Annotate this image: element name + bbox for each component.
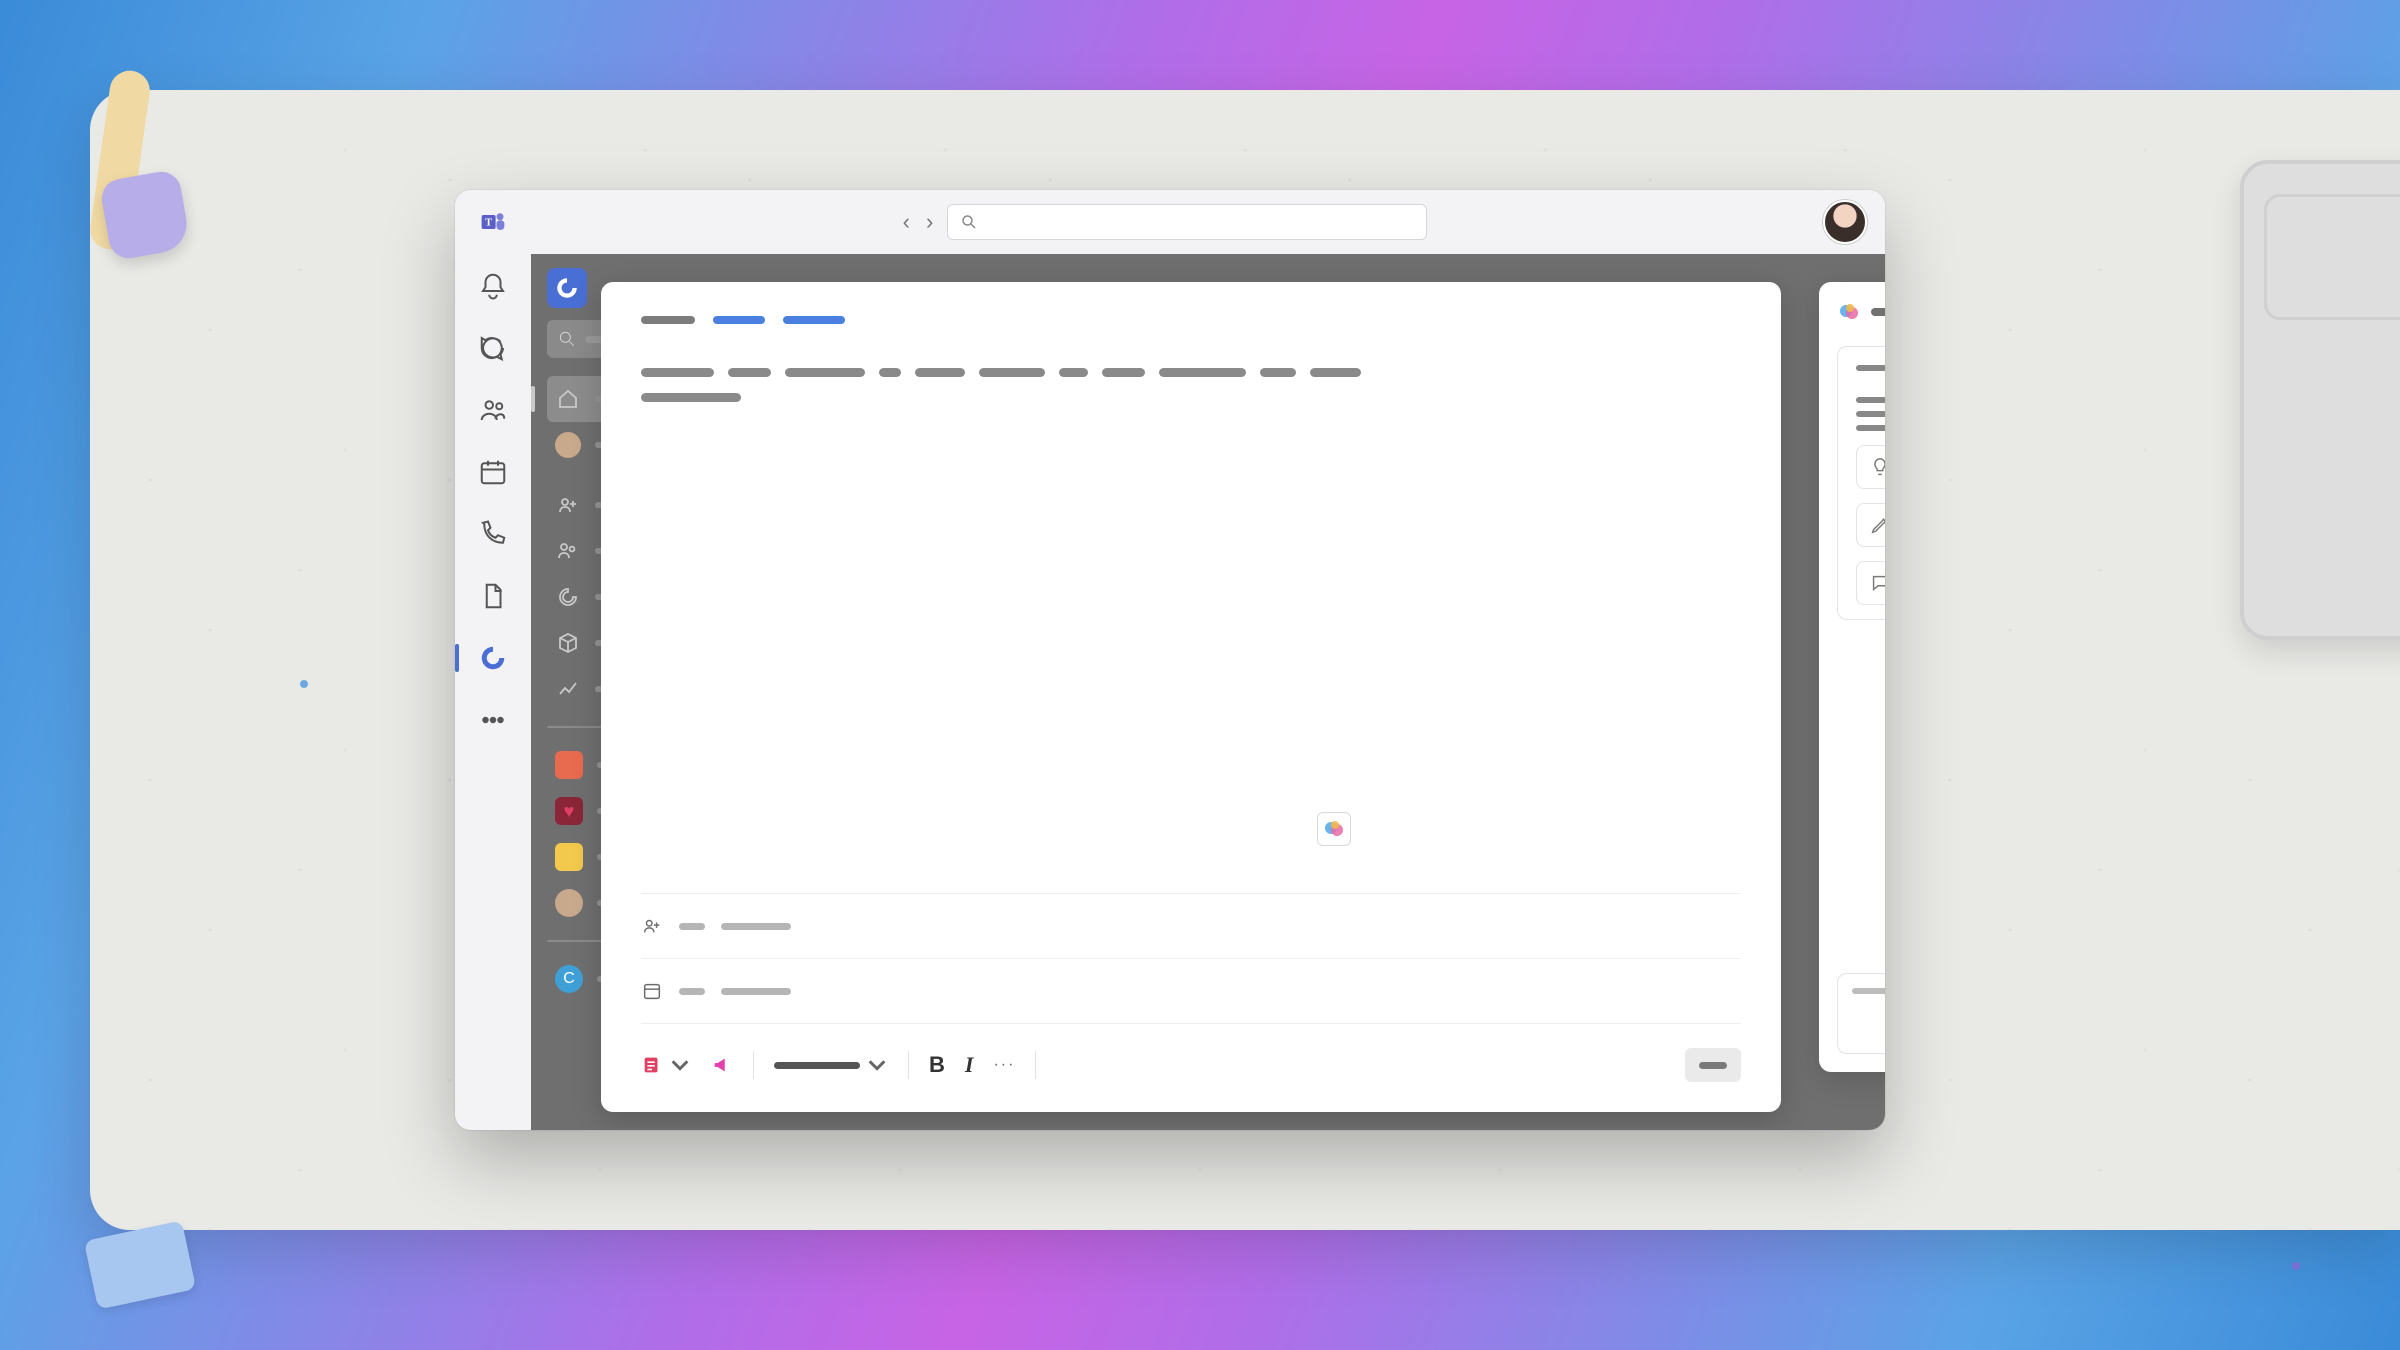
- more-formatting[interactable]: ···: [993, 1056, 1015, 1074]
- share-button[interactable]: [1685, 1048, 1741, 1082]
- chat-icon: [1869, 572, 1885, 594]
- copilot-input[interactable]: [1837, 973, 1885, 1054]
- search-icon: [960, 213, 978, 231]
- copilot-title: [1871, 308, 1885, 316]
- nav-activity[interactable]: [475, 268, 511, 304]
- announcement-button[interactable]: [711, 1054, 733, 1076]
- suggestion-describe[interactable]: [1856, 561, 1885, 605]
- nav-teams[interactable]: [475, 392, 511, 428]
- lightbulb-icon: [1869, 456, 1885, 478]
- assignees-row[interactable]: [641, 902, 1741, 950]
- nav-calendar[interactable]: [475, 454, 511, 490]
- nav-rail: [455, 254, 531, 1130]
- svg-text:T: T: [485, 218, 492, 229]
- text-style-picker[interactable]: [774, 1054, 888, 1076]
- nav-more[interactable]: [475, 702, 511, 738]
- italic-button[interactable]: I: [965, 1052, 974, 1078]
- loop-workspace-icon[interactable]: [547, 268, 587, 308]
- copilot-welcome-card: [1837, 346, 1885, 620]
- nav-chat[interactable]: [475, 330, 511, 366]
- copilot-panel: ✕: [1819, 282, 1885, 1072]
- teams-logo-icon: T: [479, 208, 507, 236]
- nav-loop[interactable]: [475, 640, 511, 676]
- calendar-icon: [641, 980, 663, 1002]
- search-input[interactable]: Search: [947, 204, 1427, 240]
- workspace: ♥ C: [531, 254, 1885, 1130]
- nav-calls[interactable]: [475, 516, 511, 552]
- page-editor[interactable]: [641, 368, 1361, 768]
- due-date-row[interactable]: [641, 967, 1741, 1015]
- copilot-logo-icon: [1837, 300, 1861, 324]
- bold-button[interactable]: B: [929, 1052, 945, 1078]
- titlebar: T ‹ › Search: [455, 190, 1885, 254]
- teams-app-window: T ‹ › Search: [455, 190, 1885, 1130]
- nav-back-button[interactable]: ‹: [903, 211, 910, 233]
- nav-forward-button[interactable]: ›: [926, 211, 933, 233]
- pencil-icon: [1869, 514, 1885, 536]
- user-avatar[interactable]: [1823, 200, 1867, 244]
- loop-page: B I ··· ✕: [601, 282, 1781, 1112]
- breadcrumb[interactable]: [641, 316, 1741, 324]
- suggestion-draft[interactable]: [1856, 503, 1885, 547]
- suggestion-brainstorm[interactable]: [1856, 445, 1885, 489]
- editor-toolbar: B I ···: [641, 1038, 1741, 1092]
- nav-files[interactable]: [475, 578, 511, 614]
- people-icon: [641, 915, 663, 937]
- copilot-fab[interactable]: [1317, 812, 1351, 846]
- component-picker[interactable]: [641, 1054, 691, 1076]
